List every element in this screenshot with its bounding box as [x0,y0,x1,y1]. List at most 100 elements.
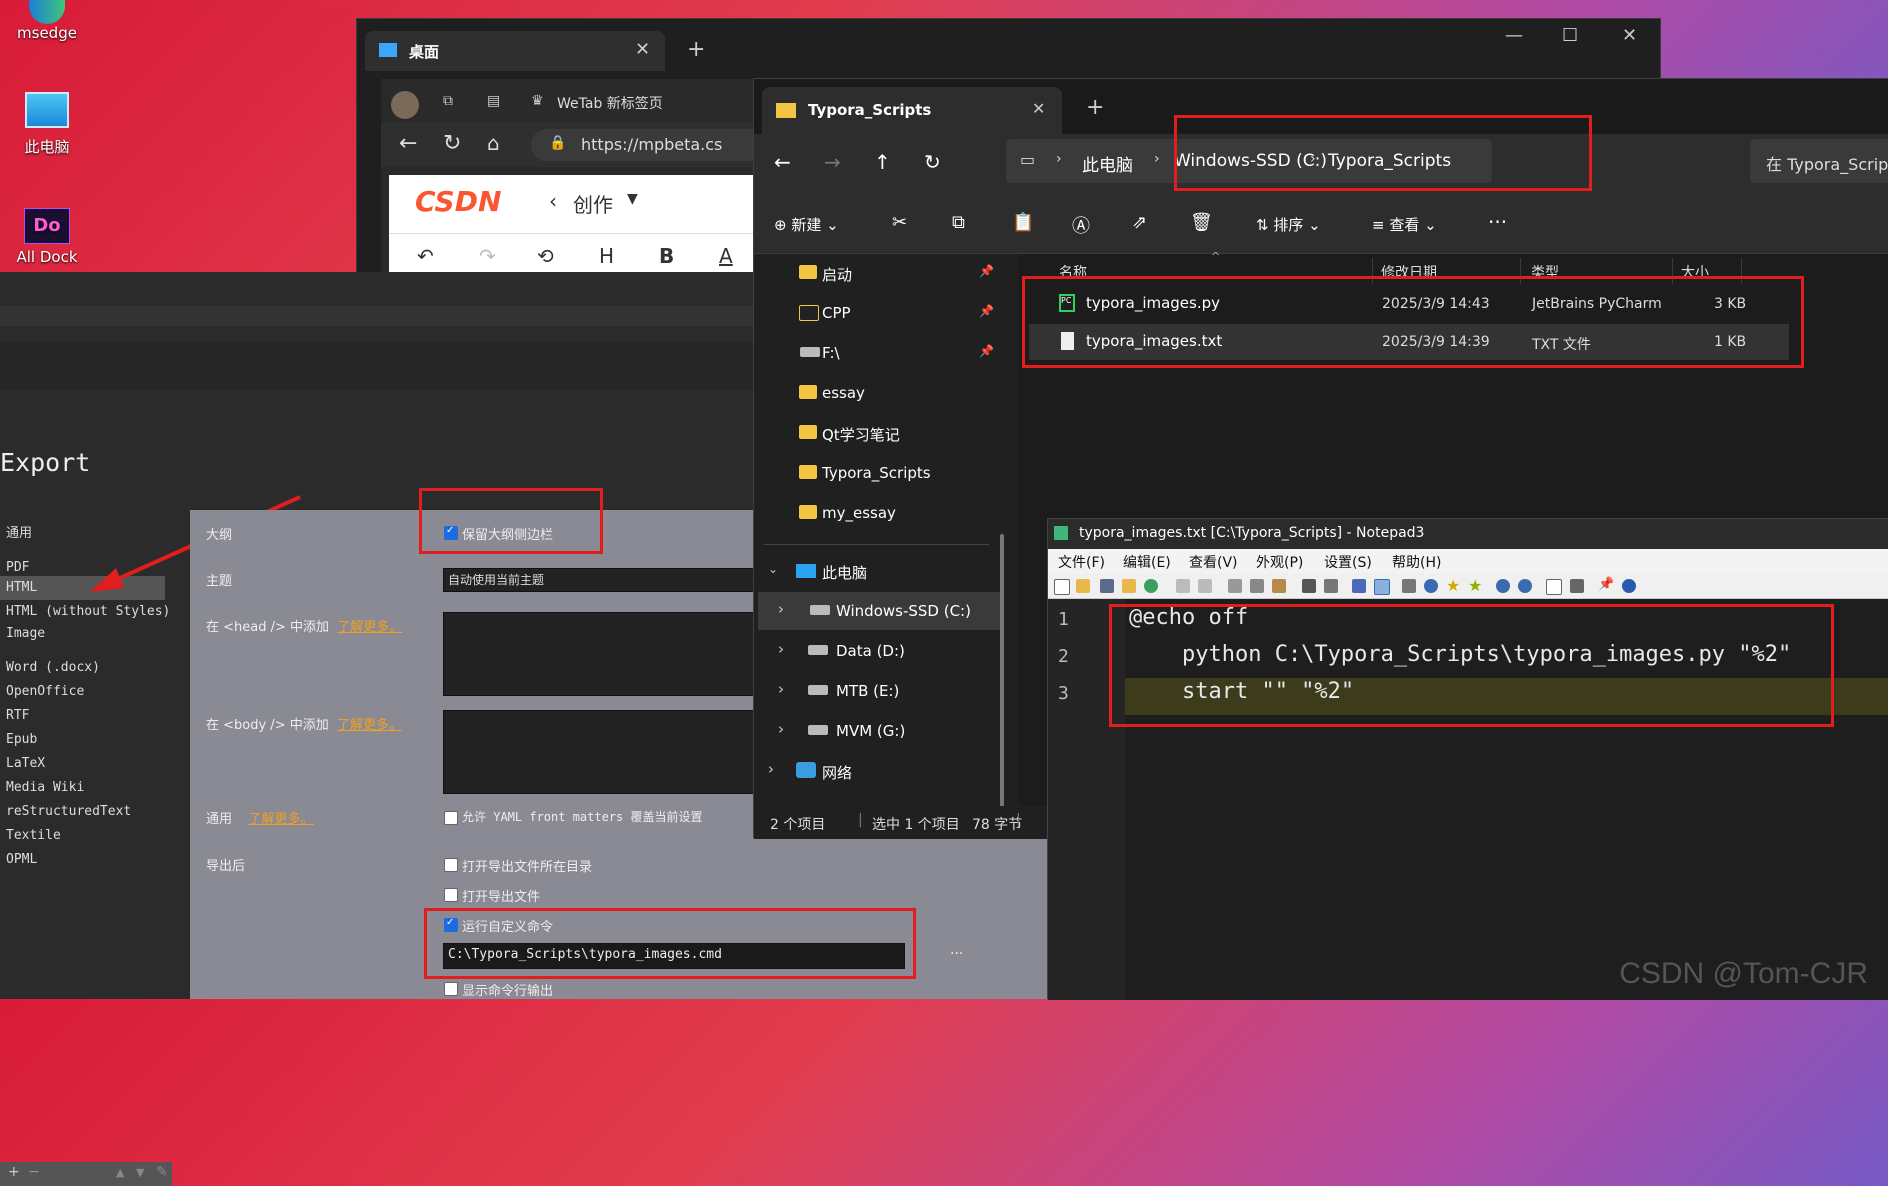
redo-icon[interactable] [1198,579,1212,593]
sidebar-item-rst[interactable]: reStructuredText [6,804,131,819]
maximize-icon[interactable]: ☐ [1562,25,1578,46]
new-button[interactable]: ⊕ 新建 ⌄ [774,214,839,235]
scheme-icon[interactable] [1546,579,1562,595]
undo-icon[interactable]: ↶ [417,244,434,268]
cut-icon[interactable] [1228,579,1242,593]
view-button[interactable]: ≡ 查看 ⌄ [1372,214,1437,235]
close-icon[interactable]: ✕ [635,39,650,60]
menu-file[interactable]: 文件(F) [1058,552,1105,572]
edge-tab[interactable]: 桌面 ✕ [365,31,665,71]
heading-icon[interactable]: H [599,244,614,268]
add-favorite-icon[interactable]: ★ [1468,576,1482,595]
show-output-checkbox[interactable] [444,982,458,996]
create-label[interactable]: 创作 [573,189,613,218]
tree-item-typora-scripts[interactable]: Typora_Scripts [754,454,999,492]
collections-icon[interactable]: ⧉ [443,93,453,109]
open-icon[interactable] [1076,579,1090,593]
bold-icon[interactable]: B [659,244,674,268]
sidebar-item-mediawiki[interactable]: Media Wiki [6,780,84,795]
yaml-checkbox[interactable] [444,811,458,825]
column-name[interactable]: 名称 [1059,262,1087,282]
delete-icon[interactable]: 🗑 [1190,212,1213,233]
open-dir-checkbox[interactable] [444,858,458,872]
refresh-icon[interactable]: ↻ [443,131,461,156]
desktop-icon-msedge[interactable]: msedge [2,0,92,42]
code-editor[interactable]: @echo off python C:\Typora_Scripts\typor… [1125,599,1888,1000]
undo-icon[interactable] [1176,579,1190,593]
rename-icon[interactable]: Ⓐ [1072,212,1090,238]
copy-icon[interactable]: ⧉ [952,212,965,233]
save-icon[interactable] [1100,579,1114,593]
refresh-icon[interactable]: ↻ [924,150,941,174]
tree-item-qidong[interactable]: 启动 📌 [754,254,999,292]
breadcrumb-thispc[interactable]: 此电脑 [1082,151,1133,176]
favorite-icon[interactable]: ★ [1446,576,1460,595]
menu-edit[interactable]: 编辑(E) [1123,552,1171,572]
zoom-icon[interactable] [1424,579,1438,593]
edge-tab2-title[interactable]: WeTab 新标签页 [557,93,663,113]
sidebar-item-openoffice[interactable]: OpenOffice [6,684,84,699]
tree-scrollbar[interactable] [1000,534,1004,839]
share-icon[interactable]: ⇗ [1132,212,1147,233]
history-icon[interactable]: ⟲ [537,244,554,268]
zoom-in-icon[interactable] [1496,579,1510,593]
tree-item-qt[interactable]: Qt学习笔记 [754,414,999,452]
new-tab-icon[interactable]: + [1086,95,1104,120]
sidebar-item-word[interactable]: Word (.docx) [6,660,100,675]
file-row-py[interactable]: PC typora_images.py 2025/3/9 14:43 JetBr… [1029,286,1789,322]
theme-select[interactable]: 自动使用当前主题 [443,568,765,592]
close-icon[interactable]: ✕ [1032,99,1045,118]
breadcrumb-drive[interactable]: Windows-SSD (C:) [1174,151,1327,171]
menu-settings[interactable]: 设置(S) [1324,552,1372,572]
browse-icon[interactable] [1122,579,1136,593]
sidebar-item-general[interactable]: 通用 [6,522,32,541]
more-button[interactable]: ··· [950,946,963,962]
find-icon[interactable] [1302,579,1316,593]
open-file-checkbox[interactable] [444,888,458,902]
paste-icon[interactable] [1272,579,1286,593]
font-color-icon[interactable]: A [719,244,733,268]
sidebar-item-image[interactable]: Image [6,626,45,641]
tree-item-network[interactable]: › 网络 [754,752,999,790]
minimize-icon[interactable]: — [1505,25,1523,46]
sidebar-icon[interactable]: ▤ [487,93,500,109]
menu-help[interactable]: 帮助(H) [1392,552,1441,572]
breadcrumb[interactable]: ▭ › 此电脑 › Windows-SSD (C:) › Typora_Scri… [1006,139,1492,183]
close-window-icon[interactable]: ✕ [1622,25,1637,46]
forward-icon[interactable]: → [824,150,841,174]
replace-icon[interactable] [1324,579,1338,593]
tree-item-drive-g[interactable]: › MVM (G:) [754,712,999,750]
move-down-icon[interactable]: ▼ [136,1166,144,1179]
sidebar-item-opml[interactable]: OPML [6,852,37,867]
tree-item-drive-d[interactable]: › Data (D:) [754,632,999,670]
column-type[interactable]: 类型 [1531,262,1559,282]
sidebar-item-latex[interactable]: LaTeX [6,756,45,771]
zoom-out-icon[interactable] [1518,579,1532,593]
file-row-txt[interactable]: typora_images.txt 2025/3/9 14:39 TXT 文件 … [1029,324,1789,360]
goto-icon[interactable] [1352,579,1366,593]
new-tab-icon[interactable]: + [687,37,705,62]
cmd-input[interactable]: C:\Typora_Scripts\typora_images.cmd [443,943,905,969]
outline-checkbox[interactable] [444,525,458,540]
chevron-left-icon[interactable]: ‹ [549,189,557,213]
sort-button[interactable]: ⇅ 排序 ⌄ [1256,214,1321,235]
whitespace-icon[interactable] [1402,579,1416,593]
desktop-icon-thispc[interactable]: 此电脑 [2,92,92,157]
pin-icon[interactable]: 📌 [1598,577,1614,592]
run-cmd-checkbox[interactable] [444,917,458,932]
wordwrap-icon[interactable] [1374,579,1390,595]
caret-down-icon[interactable]: ▼ [627,191,638,207]
redo-icon[interactable]: ↷ [479,244,496,268]
tree-item-cpp[interactable]: CPP 📌 [754,294,999,332]
search-input[interactable]: 在 Typora_Scrip [1750,139,1888,183]
desktop-icon-alldock[interactable]: Do All Dock [2,208,92,266]
sidebar-item-html-nostyles[interactable]: HTML (without Styles) [6,604,170,619]
tree-item-essay[interactable]: essay [754,374,999,412]
menu-view[interactable]: 查看(V) [1189,552,1238,572]
body-textarea[interactable] [443,710,765,794]
cut-icon[interactable]: ✂ [892,212,907,233]
tree-item-drive-c[interactable]: › Windows-SSD (C:) [758,592,1003,630]
tree-item-thispc[interactable]: ⌄ 此电脑 [754,552,999,590]
tree-item-my-essay[interactable]: my_essay [754,494,999,532]
back-icon[interactable]: ← [774,150,791,174]
